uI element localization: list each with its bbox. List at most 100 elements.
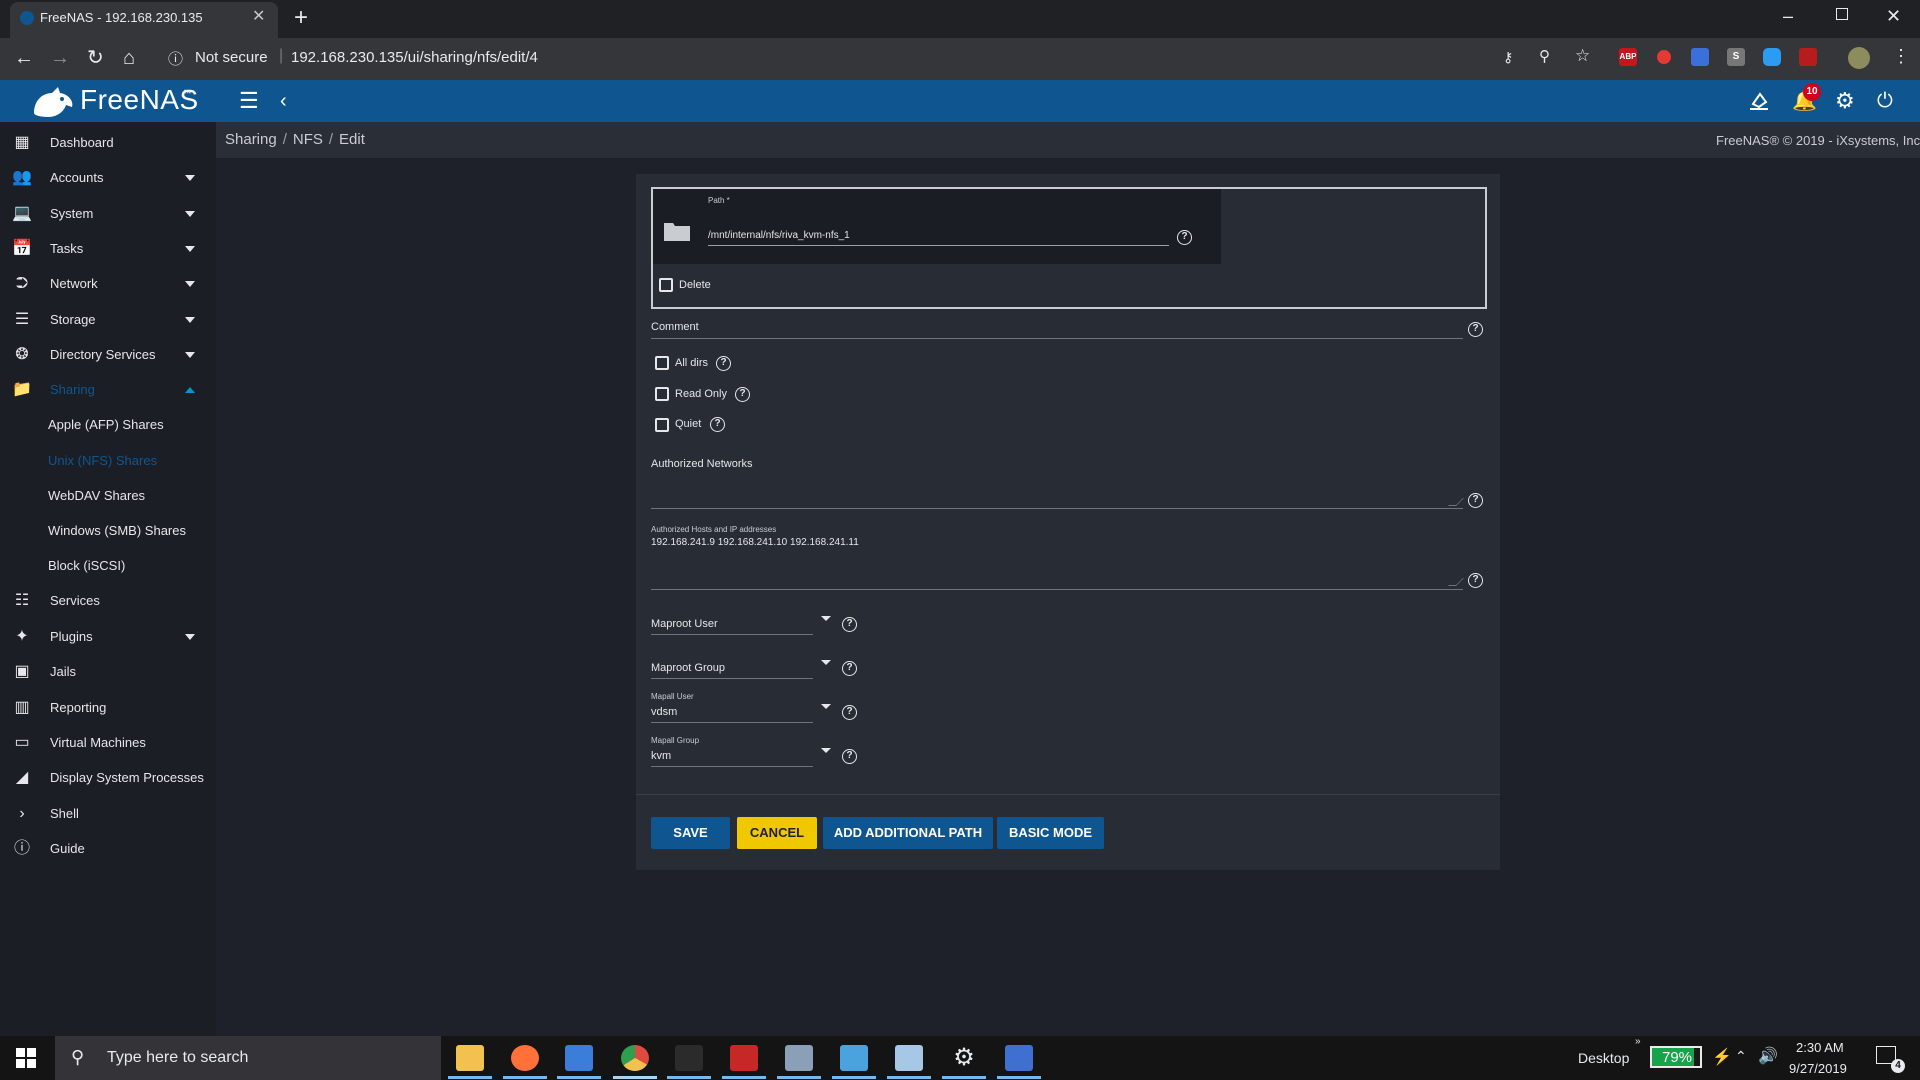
terminal-icon[interactable] (675, 1045, 703, 1071)
read-only-help-icon[interactable]: ? (735, 387, 750, 402)
tab-close-icon[interactable]: ✕ (252, 9, 265, 25)
clock-time[interactable]: 2:30 AM (1796, 1040, 1844, 1055)
desktop-toolbar-label[interactable]: Desktop (1578, 1050, 1629, 1066)
mapall-user-select[interactable]: vdsm (651, 706, 677, 718)
maproot-user-help-icon[interactable]: ? (842, 617, 857, 632)
app-red-icon[interactable] (730, 1045, 758, 1071)
key-icon[interactable]: ⚷ (1503, 49, 1513, 66)
basic-mode-button[interactable]: BASIC MODE (997, 817, 1104, 849)
not-secure-label[interactable]: Not secure (195, 49, 268, 66)
chevron-down-icon[interactable] (821, 704, 831, 709)
comment-input[interactable] (651, 338, 1463, 339)
breadcrumb-nfs[interactable]: NFS (293, 131, 323, 148)
authorized-hosts-help-icon[interactable]: ? (1468, 573, 1483, 588)
chevron-down-icon[interactable] (821, 660, 831, 665)
quiet-help-icon[interactable]: ? (710, 417, 725, 432)
quiet-checkbox[interactable] (655, 418, 669, 432)
chevron-down-icon[interactable] (821, 616, 831, 621)
mapall-group-underline (651, 766, 813, 767)
sidebar-item-guide[interactable]: ⓘ Guide (0, 828, 216, 870)
maproot-group-help-icon[interactable]: ? (842, 661, 857, 676)
shield-icon[interactable] (1655, 48, 1673, 66)
address-bar[interactable]: 192.168.230.135/ui/sharing/nfs/edit/4 (291, 49, 538, 66)
taskbar-active-indicator (722, 1076, 766, 1079)
cancel-button[interactable]: CANCEL (737, 817, 817, 849)
maproot-group-select[interactable]: Maproot Group (651, 662, 725, 674)
chevron-down-icon (185, 175, 195, 181)
clock-date[interactable]: 9/27/2019 (1789, 1061, 1847, 1076)
authorized-hosts-label: Authorized Hosts and IP addresses (651, 525, 777, 534)
chrome-icon[interactable] (621, 1045, 649, 1071)
app-header (0, 80, 1920, 122)
chevron-down-icon[interactable] (821, 748, 831, 753)
notification-badge: 10 (1803, 83, 1821, 101)
all-dirs-checkbox[interactable] (655, 356, 669, 370)
s-icon[interactable]: S (1727, 48, 1745, 66)
toolbar-expand-icon[interactable]: » (1635, 1036, 1641, 1047)
maproot-user-select[interactable]: Maproot User (651, 618, 718, 630)
comment-help-icon[interactable]: ? (1468, 322, 1483, 337)
minimize-icon[interactable]: – (1783, 6, 1793, 26)
sidebar-item-label: System (50, 206, 94, 221)
chevron-down-icon (185, 281, 195, 287)
hamburger-menu-icon[interactable]: ☰ (239, 90, 259, 112)
trademark: ™ (183, 88, 192, 98)
taskbar-search-input[interactable]: Type here to search (107, 1049, 248, 1067)
folder-icon[interactable] (663, 220, 691, 242)
sidebar-subitem-block-iscsi-[interactable]: Block (iSCSI) (0, 545, 216, 587)
file-explorer-icon[interactable] (456, 1045, 484, 1071)
save-button[interactable]: SAVE (651, 817, 730, 849)
read-only-checkbox[interactable] (655, 387, 669, 401)
volume-icon[interactable]: 🔊 (1758, 1046, 1778, 1066)
restore-icon[interactable] (1836, 8, 1848, 20)
tasks-icon: 📅 (12, 240, 32, 257)
breadcrumb-sharing[interactable]: Sharing (225, 131, 277, 148)
path-input[interactable]: /mnt/internal/nfs/riva_kvm-nfs_1 (708, 230, 850, 241)
avatar-icon[interactable] (1848, 47, 1870, 69)
translate-icon[interactable] (1691, 48, 1709, 66)
delete-checkbox[interactable] (659, 278, 673, 292)
path-label: Path * (708, 196, 730, 205)
forward-icon[interactable]: → (50, 48, 70, 68)
user-app-icon[interactable] (1005, 1045, 1033, 1071)
pdf-icon[interactable] (1799, 48, 1817, 66)
notepad-icon[interactable] (895, 1045, 923, 1071)
home-icon[interactable]: ⌂ (123, 48, 135, 68)
power-icon[interactable]: ⏻ (1877, 91, 1893, 111)
tray-expand-icon[interactable]: ⌃ (1735, 1048, 1747, 1065)
authorized-networks-input[interactable] (651, 508, 1463, 509)
cloud-icon[interactable] (1763, 48, 1781, 66)
zoom-icon[interactable]: ⚲ (1539, 47, 1550, 65)
add-additional-path-button[interactable]: ADD ADDITIONAL PATH (823, 817, 993, 849)
path-help-icon[interactable]: ? (1177, 230, 1192, 245)
info-icon[interactable]: ⓘ (168, 48, 183, 69)
windows-start-icon[interactable] (16, 1048, 36, 1068)
ix-logo-icon[interactable] (1748, 90, 1770, 112)
network-app-icon[interactable] (565, 1045, 593, 1071)
back-icon[interactable]: ← (14, 48, 34, 68)
authorized-networks-help-icon[interactable]: ? (1468, 493, 1483, 508)
mapall-group-help-icon[interactable]: ? (842, 749, 857, 764)
settings-gear-icon[interactable]: ⚙ (1835, 90, 1855, 112)
firefox-icon[interactable] (511, 1045, 539, 1071)
abp-icon[interactable]: ABP (1619, 48, 1637, 66)
remote-desktop-icon[interactable] (840, 1045, 868, 1071)
all-dirs-help-icon[interactable]: ? (716, 356, 731, 371)
mapall-group-select[interactable]: kvm (651, 750, 671, 762)
mapall-user-help-icon[interactable]: ? (842, 705, 857, 720)
taskbar-active-indicator (997, 1076, 1041, 1079)
collapse-chevron-icon[interactable]: ‹ (280, 91, 287, 111)
mapall-group-label: Mapall Group (651, 736, 700, 745)
files-icon[interactable] (785, 1045, 813, 1071)
favicon-icon (20, 11, 34, 25)
authorized-hosts-input[interactable]: 192.168.241.9 192.168.241.10 192.168.241… (651, 537, 859, 548)
star-icon[interactable]: ☆ (1575, 46, 1590, 66)
mapall-user-label: Mapall User (651, 692, 694, 701)
comment-label: Comment (651, 321, 699, 333)
menu-icon[interactable]: ⋮ (1892, 47, 1910, 65)
settings-icon[interactable]: ⚙ (950, 1045, 978, 1071)
new-tab-button[interactable]: + (294, 6, 308, 30)
reload-icon[interactable]: ↻ (87, 48, 104, 68)
plug-icon[interactable]: ⚡ (1712, 1047, 1732, 1067)
close-window-icon[interactable]: ✕ (1886, 6, 1901, 26)
